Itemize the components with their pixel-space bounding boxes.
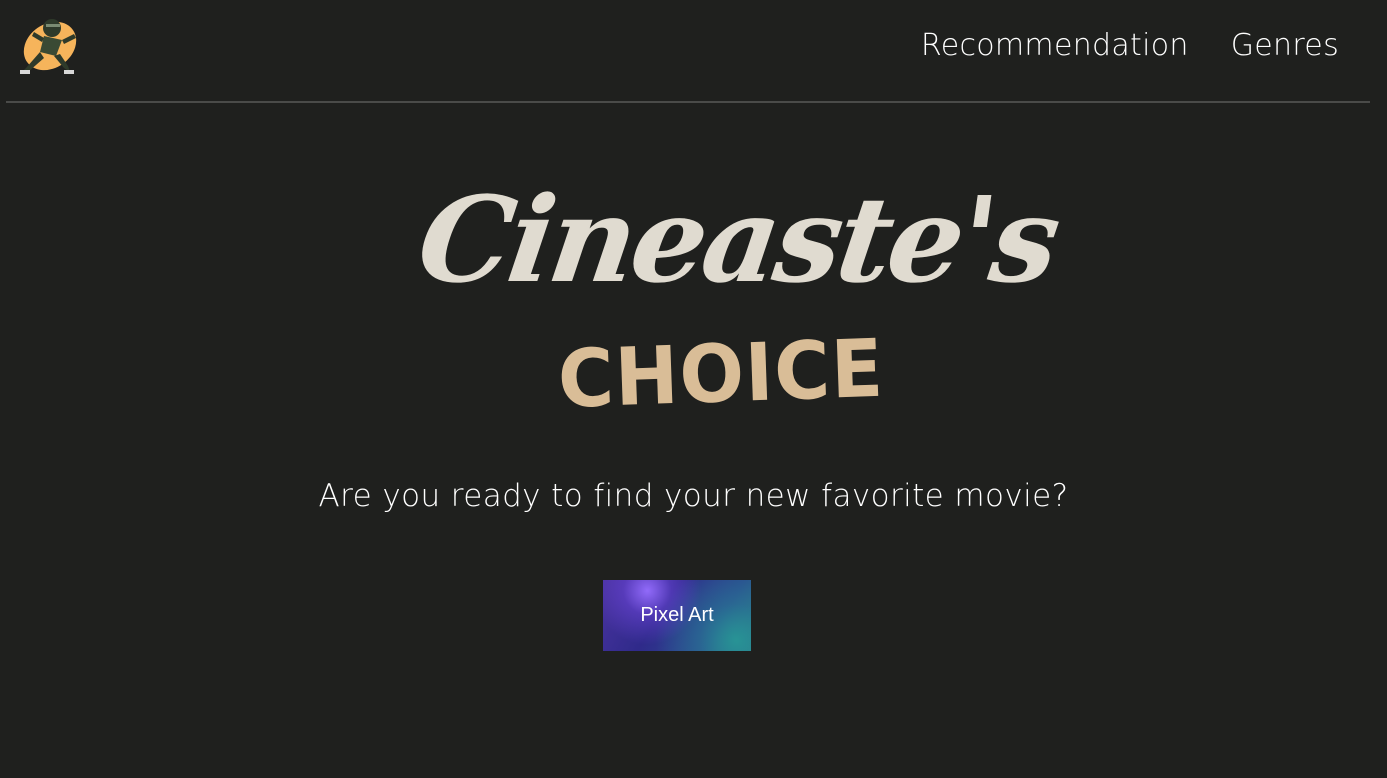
brand-title-choice: CHOICE bbox=[556, 321, 886, 426]
ninja-logo-icon[interactable] bbox=[10, 10, 82, 82]
header-divider bbox=[6, 101, 1370, 103]
hero-tagline: Are you ready to find your new favorite … bbox=[318, 478, 1069, 514]
page: Recommendation Genres Cineaste's CHOICE … bbox=[0, 0, 1387, 778]
pixel-art-button[interactable]: Pixel Art bbox=[603, 580, 751, 651]
ninja-logo-svg bbox=[20, 19, 77, 74]
brand-wordmark: Cineaste's CHOICE bbox=[410, 160, 1064, 430]
nav-genres-link[interactable]: Genres bbox=[1231, 28, 1339, 63]
header: Recommendation Genres bbox=[0, 0, 1387, 100]
main-nav: Recommendation Genres bbox=[921, 28, 1339, 63]
brand-title-script: Cineaste's bbox=[410, 170, 1065, 309]
nav-recommendation-link[interactable]: Recommendation bbox=[921, 28, 1189, 63]
